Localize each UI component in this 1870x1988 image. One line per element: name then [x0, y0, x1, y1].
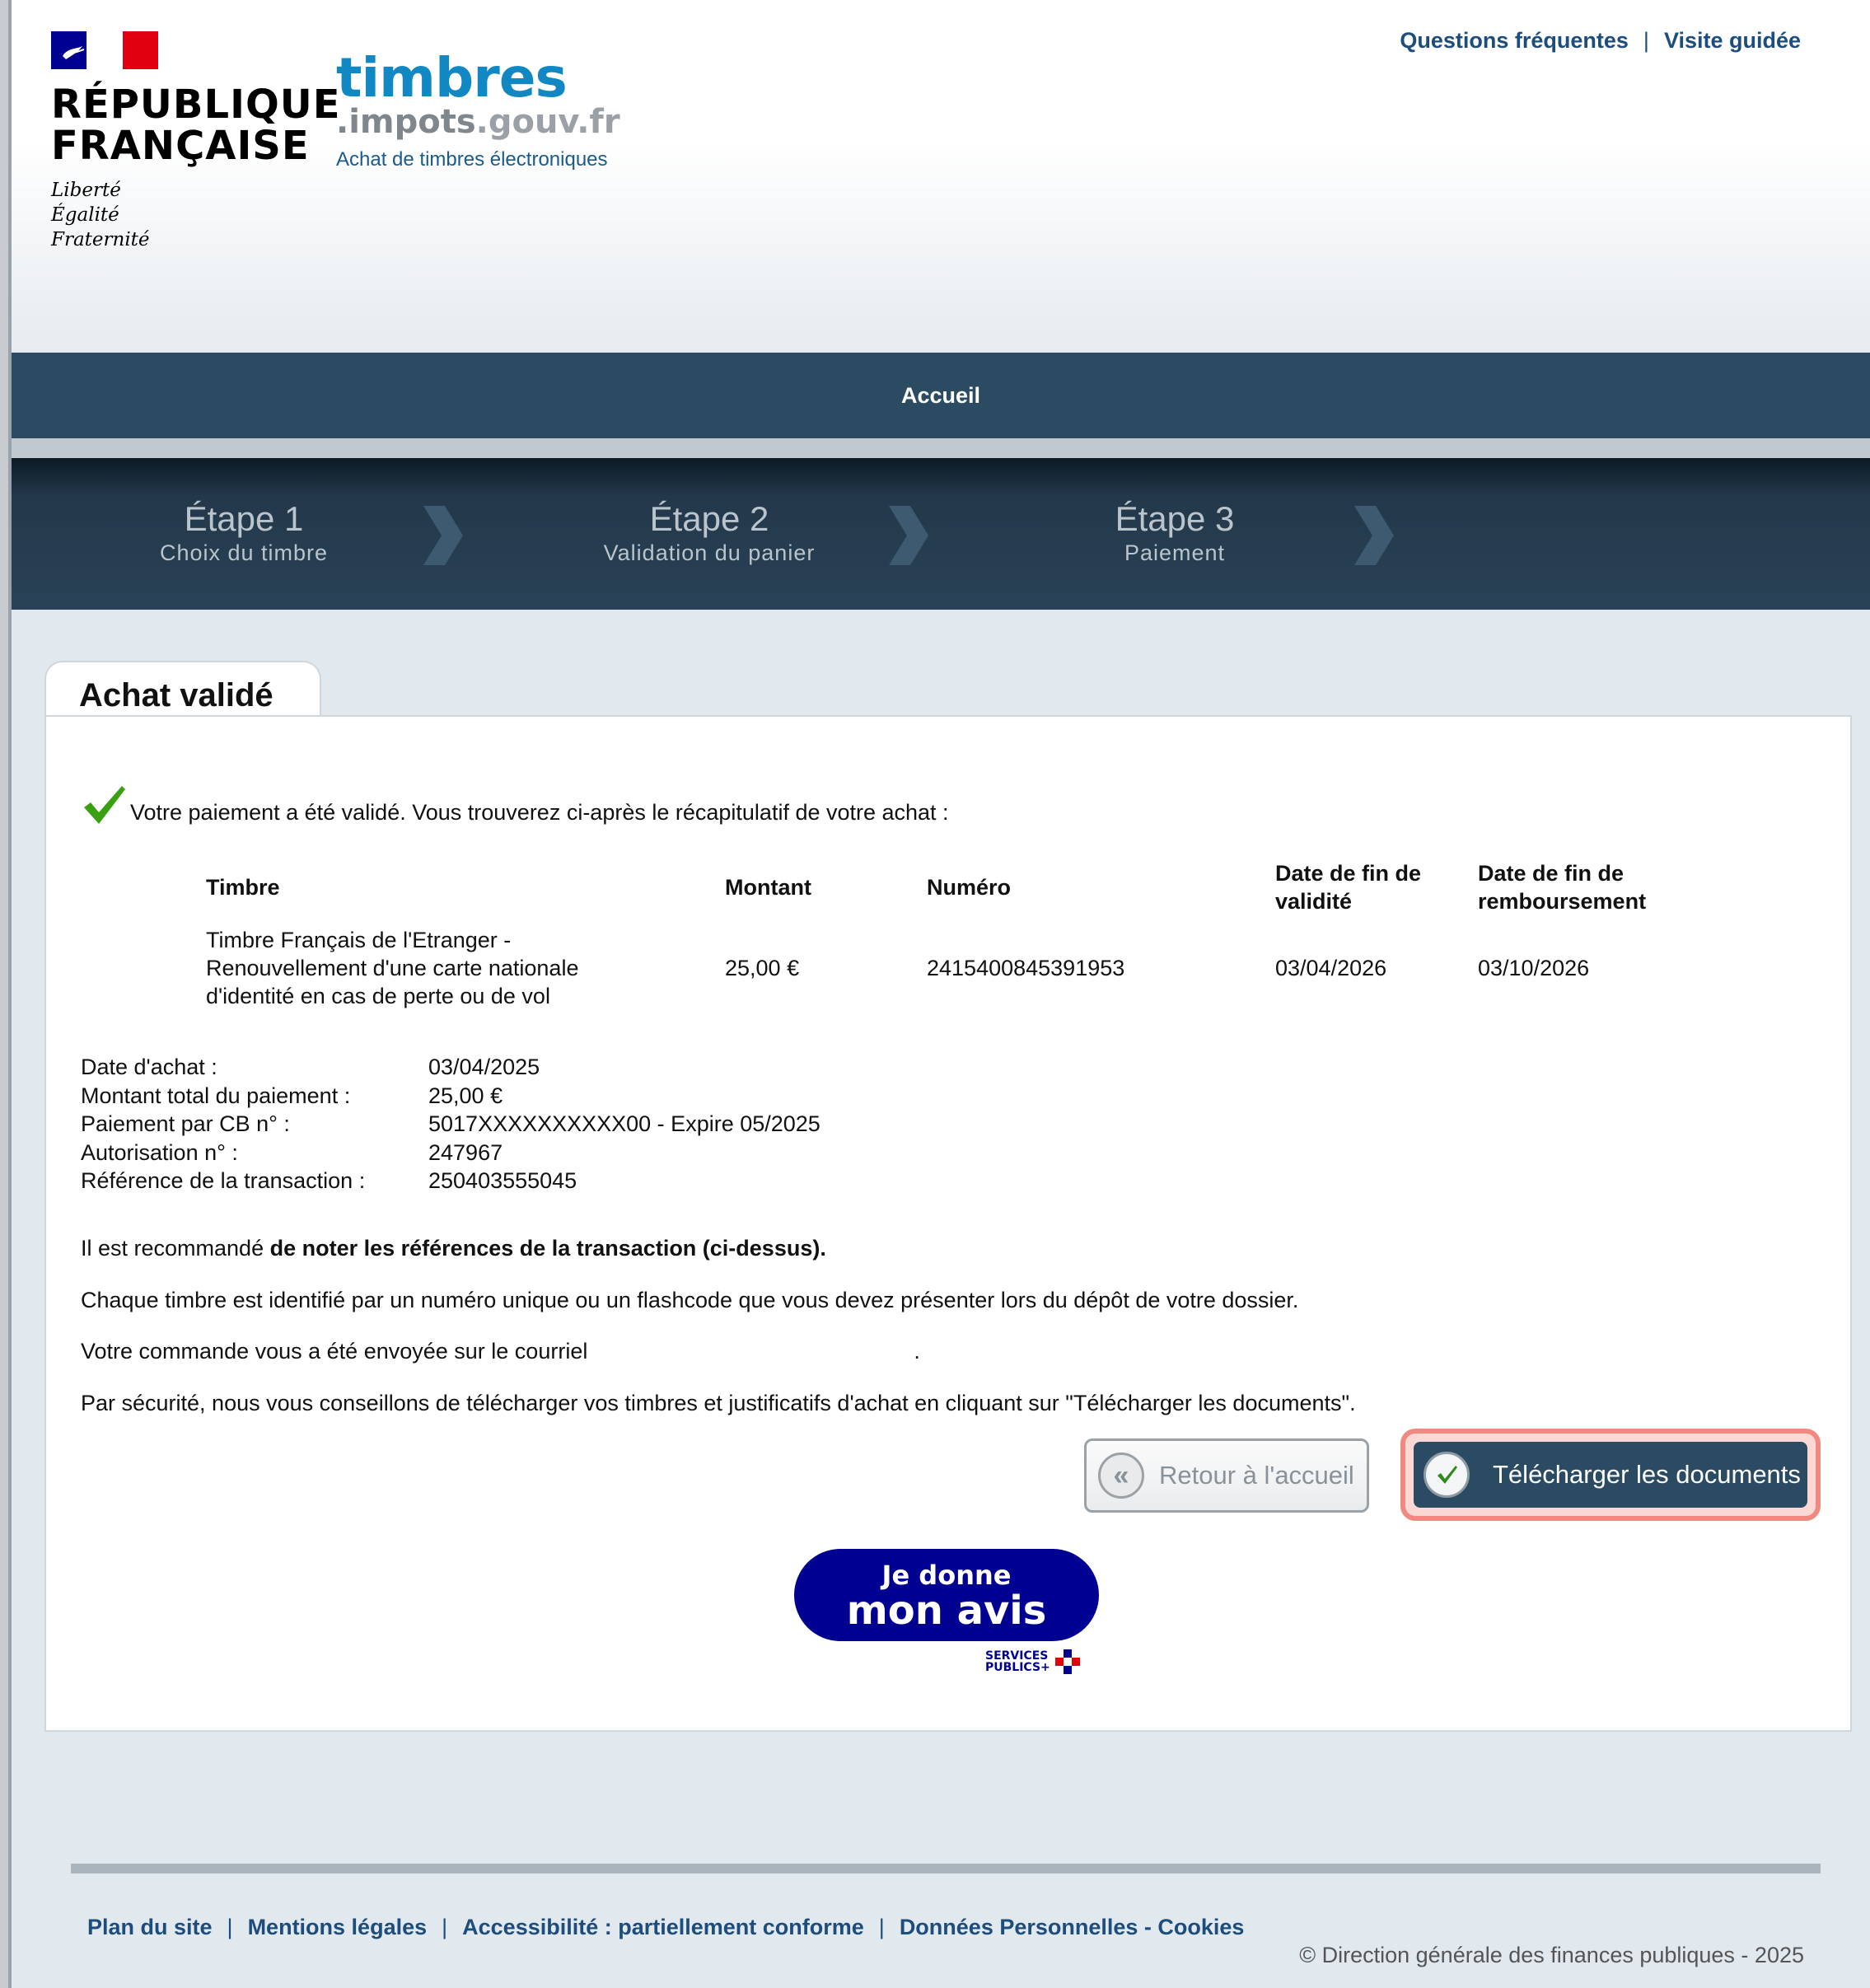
success-message: Votre paiement a été validé. Vous trouve… — [81, 783, 949, 829]
step-2: Étape 2 Validation du panier — [569, 499, 849, 567]
step-subtitle: Validation du panier — [603, 540, 816, 565]
step-title: Étape 3 — [1115, 499, 1235, 538]
col-header-numero: Numéro — [927, 875, 1012, 900]
step-subtitle: Choix du timbre — [159, 540, 329, 565]
security-text: Par sécurité, nous vous conseillons de t… — [81, 1391, 1356, 1415]
double-chevron-left-icon: « — [1098, 1452, 1144, 1499]
footer-link-mentions-legales[interactable]: Mentions légales — [248, 1915, 428, 1940]
step-1: Étape 1 Choix du timbre — [104, 499, 384, 567]
col-header-date-fin-remboursement: Date de fin de remboursement — [1478, 861, 1647, 914]
panel-tab: Achat validé — [44, 661, 321, 718]
chevron-right-icon — [1354, 506, 1394, 565]
nav-divider — [12, 438, 1870, 458]
footer-link-plan-du-site[interactable]: Plan du site — [87, 1915, 213, 1940]
flashcode-text: Chaque timbre est identifié par un numér… — [81, 1288, 1299, 1312]
detail-row: Montant total du paiement :25,00 € — [81, 1083, 503, 1108]
step-title: Étape 2 — [649, 499, 769, 538]
faq-link[interactable]: Questions fréquentes — [1400, 28, 1629, 54]
panel-title: Achat validé — [79, 677, 273, 713]
top-links: Questions fréquentes | Visite guidée — [1400, 28, 1801, 54]
step-subtitle: Paiement — [1124, 540, 1226, 565]
download-documents-button[interactable]: Télécharger les documents — [1414, 1442, 1807, 1508]
download-highlight: Télécharger les documents — [1400, 1429, 1821, 1521]
detail-row: Autorisation n° :247967 — [81, 1139, 503, 1165]
detail-row: Paiement par CB n° :5017XXXXXXXXXX00 - E… — [81, 1111, 820, 1136]
rf-motto: Liberté Égalité Fraternité — [51, 180, 150, 250]
footer-link-donnees-personnelles[interactable]: Données Personnelles - Cookies — [900, 1915, 1245, 1940]
chevron-right-icon — [423, 506, 463, 565]
detail-row: Date d'achat :03/04/2025 — [81, 1055, 540, 1079]
progress-steps: Étape 1 Choix du timbre Étape 2 Validati… — [12, 458, 1870, 610]
success-text: Votre paiement a été validé. Vous trouve… — [130, 800, 949, 825]
step-title: Étape 1 — [184, 499, 304, 538]
cell-numero: 2415400845391953 — [927, 956, 1125, 980]
republique-francaise-logo[interactable]: RÉPUBLIQUE FRANÇAISE Liberté Égalité Fra… — [51, 31, 341, 252]
left-border — [0, 0, 12, 1988]
services-publics-logo: SERVICES PUBLICS+ — [985, 1648, 1082, 1676]
footer-separator: | — [878, 1915, 885, 1939]
step-3: Étape 3 Paiement — [1035, 499, 1315, 567]
nav-item-accueil[interactable]: Accueil — [901, 383, 980, 409]
cell-montant: 25,00 € — [725, 956, 800, 980]
recommendation-text: Il est recommandé de noter les référence… — [81, 1236, 826, 1261]
main-nav: Accueil — [12, 353, 1870, 438]
services-publics-plus-icon — [1054, 1649, 1080, 1674]
detail-row: Référence de la transaction :25040355504… — [81, 1168, 577, 1193]
marianne-flag-icon — [51, 31, 158, 69]
cell-date-fin-validite: 03/04/2026 — [1275, 956, 1387, 980]
chevron-right-icon — [889, 506, 928, 565]
link-separator: | — [1643, 28, 1649, 53]
download-documents-label: Télécharger les documents — [1493, 1460, 1801, 1489]
guided-tour-link[interactable]: Visite guidée — [1664, 28, 1801, 54]
site-name: timbres — [336, 46, 568, 110]
payment-details: Date d'achat :03/04/2025 Montant total d… — [81, 1053, 820, 1195]
site-subtitle: Achat de timbres électroniques — [336, 148, 608, 171]
site-header: RÉPUBLIQUE FRANÇAISE Liberté Égalité Fra… — [12, 0, 1870, 353]
col-header-timbre: Timbre — [206, 875, 280, 900]
footer-separator: | — [442, 1915, 448, 1939]
footer-link-accessibilite[interactable]: Accessibilité : partiellement conforme — [462, 1915, 864, 1940]
rf-name: RÉPUBLIQUE FRANÇAISE — [51, 82, 341, 169]
je-donne-mon-avis-button[interactable]: Je donne mon avis — [794, 1549, 1099, 1641]
footer-separator: | — [227, 1915, 233, 1939]
timbres-site-logo[interactable]: timbres .impots.gouv.fr Achat de timbres… — [336, 51, 620, 171]
check-circle-icon — [1424, 1452, 1470, 1498]
copyright: © Direction générale des finances publiq… — [1299, 1943, 1804, 1967]
back-home-label: Retour à l'accueil — [1159, 1461, 1354, 1490]
checkmark-icon — [84, 786, 125, 824]
col-header-date-fin-validite: Date de fin de validité — [1275, 861, 1422, 914]
cell-timbre: Timbre Français de l'Etranger - Renouvel… — [206, 928, 579, 1008]
email-text: Votre commande vous a été envoyée sur le… — [81, 1339, 920, 1364]
footer-links: Plan du site | Mentions légales | Access… — [87, 1915, 1244, 1940]
back-home-button[interactable]: « Retour à l'accueil — [1084, 1438, 1369, 1513]
footer-divider — [71, 1864, 1821, 1873]
col-header-montant: Montant — [725, 875, 811, 900]
cell-date-fin-remboursement: 03/10/2026 — [1478, 956, 1590, 980]
site-domain: .impots.gouv.fr — [336, 103, 620, 141]
